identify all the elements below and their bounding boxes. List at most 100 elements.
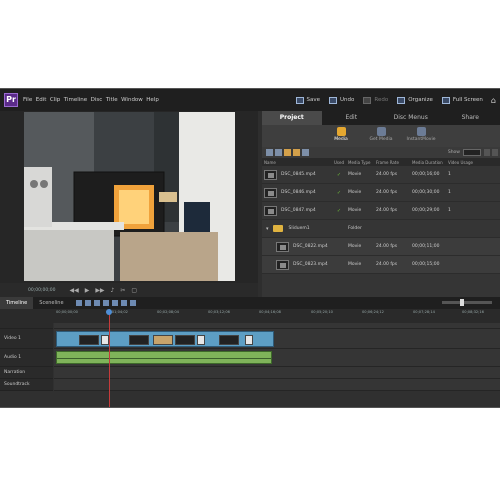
table-row[interactable]: DSC_0822.mp4 Movie 24.00 fps 00;00;11;00 [262, 238, 500, 256]
markers-icon[interactable] [111, 300, 118, 306]
clip-thumbnail [264, 205, 277, 216]
clip-thumbnail [264, 187, 277, 198]
ruler-tick: 00;04;16;08 [259, 310, 281, 314]
new-folder-icon[interactable] [284, 149, 291, 156]
col-frame-rate[interactable]: Frame Rate [376, 160, 412, 165]
table-row[interactable]: DSC_0847.mp4 ✓ Movie 24.00 fps 00;00;29;… [262, 202, 500, 220]
narration-icon[interactable] [129, 300, 136, 306]
selection-tool-icon[interactable] [75, 300, 82, 306]
track-header-video-1[interactable]: Video 1 [0, 329, 53, 349]
instant-movie-icon [416, 127, 426, 136]
tab-edit[interactable]: Edit [322, 111, 382, 125]
show-label: Show [447, 150, 460, 155]
instant-movie-button[interactable]: InstantMovie [401, 125, 441, 147]
get-media-icon [376, 127, 386, 136]
menu-title[interactable]: Title [106, 97, 118, 103]
table-row[interactable]: DSC_0823.mp4 Movie 24.00 fps 00;00;15;00 [262, 256, 500, 274]
undo-icon [329, 96, 338, 104]
list-view-icon[interactable] [266, 149, 273, 156]
tab-project[interactable]: Project [262, 111, 322, 125]
video-clip[interactable] [56, 331, 274, 347]
new-item-icon[interactable] [293, 149, 300, 156]
menu-clip[interactable]: Clip [50, 97, 60, 103]
save-icon [295, 96, 304, 104]
step-back-icon[interactable]: ◀◀ [69, 287, 78, 294]
panel-tabs: Project Edit Disc Menus Share [262, 111, 500, 125]
tab-disc-menus[interactable]: Disc Menus [381, 111, 441, 125]
table-row[interactable]: DSC_0845.mp4 ✓ Movie 24.00 fps 00;00;16;… [262, 166, 500, 184]
get-media-button[interactable]: Get Media [361, 125, 401, 147]
col-name[interactable]: Name [262, 160, 330, 165]
clip-thumbnail [276, 259, 289, 270]
properties-icon[interactable] [120, 300, 127, 306]
col-used[interactable]: Used [330, 160, 348, 165]
table-row[interactable]: DSC_0846.mp4 ✓ Movie 24.00 fps 00;00;30;… [262, 184, 500, 202]
clip-thumbnail [264, 169, 277, 180]
ruler-tick: 00;08;32;16 [462, 310, 484, 314]
timeline-ruler[interactable]: 00;00;00;00 00;01;04;02 00;02;08;04 00;0… [0, 309, 500, 323]
play-icon[interactable]: ▶ [85, 287, 90, 294]
show-dropdown[interactable] [463, 149, 481, 156]
ruler-tick: 00;00;00;00 [56, 310, 78, 314]
full-screen-icon [441, 96, 450, 104]
track-lane-video-1[interactable] [54, 329, 500, 349]
menu-timeline[interactable]: Timeline [64, 97, 87, 103]
ruler-tick: 00;07;28;14 [413, 310, 435, 314]
smart-mix-icon[interactable] [102, 300, 109, 306]
tab-timeline[interactable]: Timeline [0, 297, 34, 309]
timeline-zoom-slider[interactable] [442, 299, 492, 306]
track-lane-soundtrack[interactable] [54, 379, 500, 391]
track-lane-narration[interactable] [54, 367, 500, 379]
menu-file[interactable]: File [23, 97, 32, 103]
home-icon[interactable]: ⌂ [491, 96, 496, 105]
ruler-tick: 00;05;20;10 [311, 310, 333, 314]
ruler-tick: 00;03;12;06 [208, 310, 230, 314]
playhead[interactable] [106, 309, 112, 407]
delete-icon[interactable] [302, 149, 309, 156]
organize-icon [397, 96, 406, 104]
chevron-down-icon[interactable]: ▾ [266, 226, 269, 232]
track-header-narration[interactable]: Narration [0, 367, 53, 379]
full-screen-button[interactable]: Full Screen [441, 96, 483, 104]
menu-window[interactable]: Window [121, 97, 143, 103]
media-table-header: Name Used Media Type Frame Rate Media Du… [262, 158, 500, 166]
redo-icon [363, 96, 372, 104]
app-logo: Pr [4, 93, 18, 107]
audio-mixer-icon[interactable] [84, 300, 91, 306]
volume-icon[interactable]: ♪ [111, 287, 115, 294]
panel-menu-icon[interactable] [492, 149, 498, 156]
video-preview [24, 112, 235, 281]
track-lane-audio-1[interactable] [54, 349, 500, 367]
split-clip-icon[interactable]: ✂ [120, 287, 125, 294]
panel-option-icon[interactable] [484, 149, 490, 156]
timeline-toolbar: Timeline Sceneline [0, 297, 500, 309]
smart-fix-icon[interactable] [93, 300, 100, 306]
menu-help[interactable]: Help [146, 97, 159, 103]
project-subtabs: Media Get Media InstantMovie [262, 125, 500, 147]
save-button[interactable]: Save [295, 96, 320, 104]
tab-share[interactable]: Share [441, 111, 500, 125]
col-media-duration[interactable]: Media Duration [412, 160, 448, 165]
icon-view-icon[interactable] [275, 149, 282, 156]
used-check-icon: ✓ [336, 171, 342, 178]
ruler-tick: 00;02;08;04 [157, 310, 179, 314]
col-media-type[interactable]: Media Type [348, 160, 376, 165]
undo-button[interactable]: Undo [329, 96, 354, 104]
tab-sceneline[interactable]: Sceneline [33, 297, 69, 309]
project-toolbar: Show [262, 147, 500, 158]
menu-edit[interactable]: Edit [36, 97, 47, 103]
folder-icon [272, 225, 283, 232]
redo-button[interactable]: Redo [363, 96, 388, 104]
folder-row[interactable]: ▾ Sliduem1 Folder [262, 220, 500, 238]
track-header-audio-1[interactable]: Audio 1 [0, 349, 53, 367]
media-button[interactable]: Media [321, 125, 361, 147]
audio-clip[interactable] [56, 351, 272, 364]
track-header-soundtrack[interactable]: Soundtrack [0, 379, 53, 391]
video-frame-image [24, 112, 235, 281]
menu-disc[interactable]: Disc [91, 97, 103, 103]
col-video-usage[interactable]: Video Usage [448, 160, 478, 165]
organize-button[interactable]: Organize [397, 96, 433, 104]
step-forward-icon[interactable]: ▶▶ [95, 287, 104, 294]
fullscreen-preview-icon[interactable]: ▢ [131, 287, 137, 294]
used-check-icon: ✓ [336, 189, 342, 196]
